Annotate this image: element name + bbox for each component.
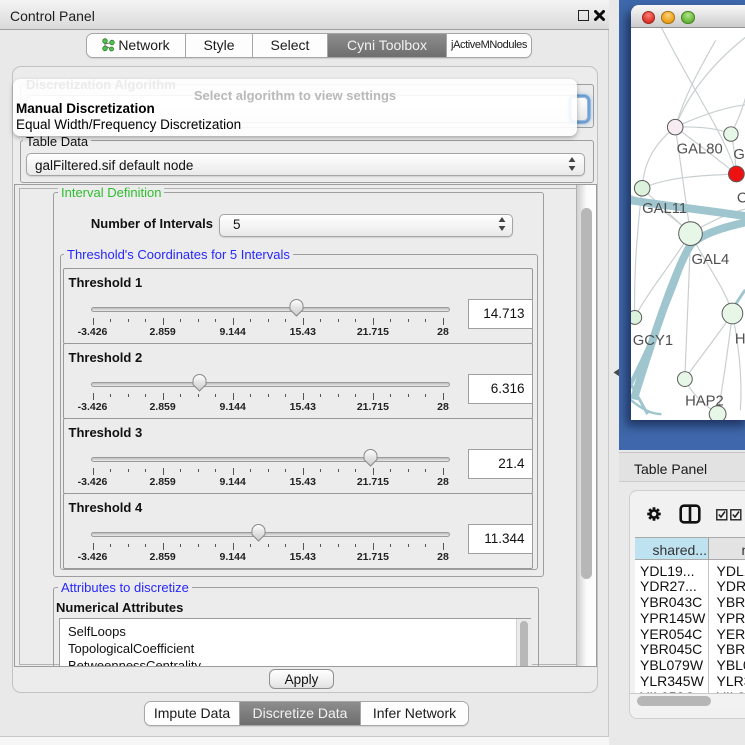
svg-text:HAP2: HAP2	[685, 393, 724, 409]
svg-text:C: C	[737, 190, 745, 206]
svg-text:GAL11: GAL11	[642, 200, 687, 216]
svg-text:GCY1: GCY1	[633, 333, 673, 349]
svg-text:GAL4: GAL4	[691, 252, 729, 268]
svg-text:H: H	[735, 331, 745, 347]
svg-text:GA: GA	[733, 147, 745, 163]
svg-text:GAL80: GAL80	[677, 141, 723, 157]
